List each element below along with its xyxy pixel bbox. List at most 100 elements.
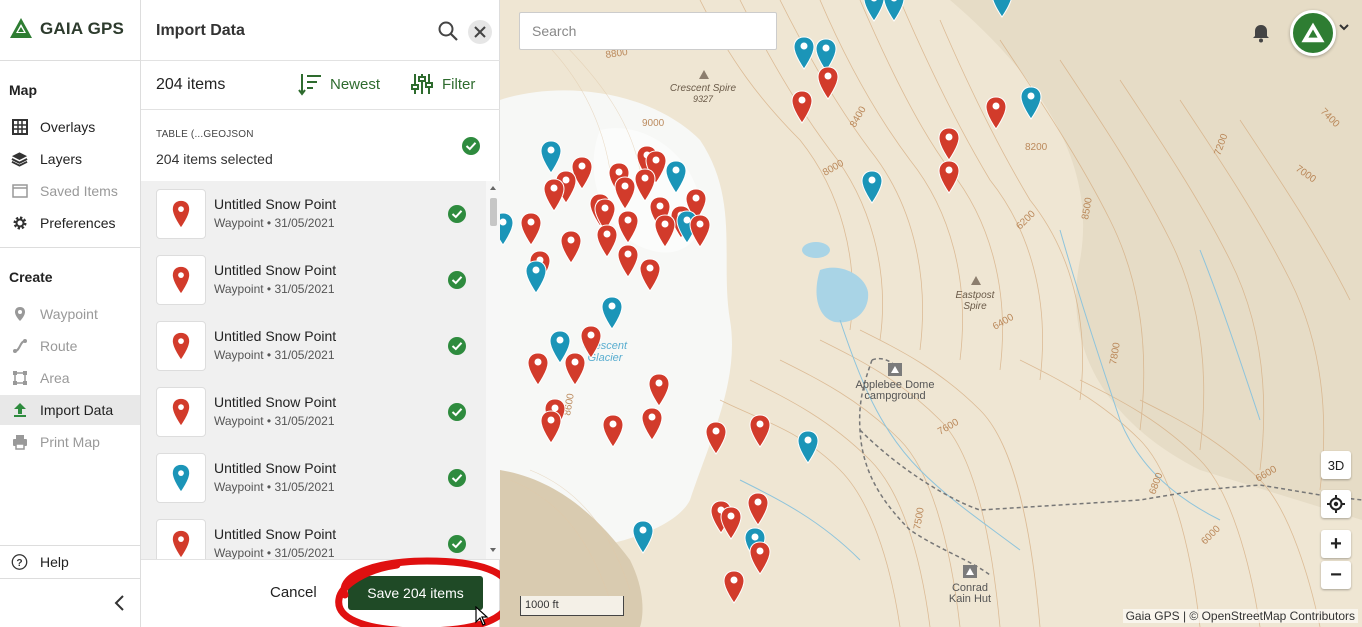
nav-item-import-data[interactable]: Import Data bbox=[0, 395, 140, 425]
source-file-name: TABLE (...GEOJSON bbox=[156, 129, 254, 140]
red-pin-icon[interactable] bbox=[791, 90, 813, 124]
nav-item-area[interactable]: Area bbox=[0, 363, 140, 393]
cancel-button[interactable]: Cancel bbox=[270, 584, 317, 601]
nav-item-help[interactable]: ? Help bbox=[0, 547, 140, 577]
blue-pin-icon[interactable] bbox=[525, 260, 547, 294]
blue-pin-icon[interactable] bbox=[632, 520, 654, 554]
blue-pin-icon[interactable] bbox=[861, 170, 883, 204]
red-pin-icon[interactable] bbox=[654, 214, 676, 248]
red-pin-icon bbox=[172, 266, 190, 294]
gaia-logo[interactable]: GAIA GPS bbox=[8, 16, 124, 42]
nav-item-layers[interactable]: Layers bbox=[0, 144, 140, 174]
red-pin-icon[interactable] bbox=[817, 66, 839, 100]
red-pin-icon[interactable] bbox=[747, 492, 769, 526]
nav-item-print-map[interactable]: Print Map bbox=[0, 427, 140, 457]
contour-label-8200: 8200 bbox=[1025, 142, 1048, 153]
list-scrollbar[interactable] bbox=[486, 181, 500, 559]
blue-pin-icon[interactable] bbox=[793, 36, 815, 70]
red-pin-icon[interactable] bbox=[749, 414, 771, 448]
blue-pin-icon[interactable] bbox=[601, 296, 623, 330]
place-label-applebee-campground: Applebee Dome campground bbox=[855, 379, 935, 402]
red-pin-icon[interactable] bbox=[564, 352, 586, 386]
list-item[interactable]: Untitled Snow Point Waypoint • 31/05/202… bbox=[141, 511, 486, 559]
chevron-down-icon[interactable] bbox=[1338, 22, 1350, 32]
list-item[interactable]: Untitled Snow Point Waypoint • 31/05/202… bbox=[141, 181, 486, 247]
area-icon bbox=[11, 370, 28, 387]
red-pin-icon[interactable] bbox=[641, 407, 663, 441]
map-search-input[interactable] bbox=[519, 12, 777, 50]
filter-label: Filter bbox=[442, 75, 476, 93]
list-item[interactable]: Untitled Snow Point Waypoint • 31/05/202… bbox=[141, 379, 486, 445]
blue-pin-icon[interactable] bbox=[863, 0, 885, 22]
blue-pin-icon[interactable] bbox=[665, 160, 687, 194]
item-select-toggle[interactable] bbox=[448, 535, 466, 558]
red-pin-icon[interactable] bbox=[648, 373, 670, 407]
item-name: Untitled Snow Point bbox=[214, 526, 337, 542]
item-select-toggle[interactable] bbox=[448, 271, 466, 294]
red-pin-icon[interactable] bbox=[540, 410, 562, 444]
save-button[interactable]: Save 204 items bbox=[348, 576, 483, 610]
red-pin-icon[interactable] bbox=[602, 414, 624, 448]
nav-item-label: Help bbox=[40, 554, 69, 570]
red-pin-icon[interactable] bbox=[720, 506, 742, 540]
blue-pin-icon[interactable] bbox=[540, 140, 562, 174]
notifications-button[interactable] bbox=[1250, 22, 1272, 49]
import-item-list[interactable]: Untitled Snow Point Waypoint • 31/05/202… bbox=[141, 181, 500, 559]
item-select-toggle[interactable] bbox=[448, 469, 466, 492]
red-pin-icon[interactable] bbox=[639, 258, 661, 292]
source-select-toggle[interactable] bbox=[462, 137, 480, 160]
zoom-in-button[interactable]: + bbox=[1321, 530, 1351, 558]
scrollbar-thumb[interactable] bbox=[490, 198, 497, 226]
blue-pin-icon[interactable] bbox=[883, 0, 905, 22]
blue-pin-icon[interactable] bbox=[1020, 86, 1042, 120]
red-pin-icon[interactable] bbox=[614, 176, 636, 210]
nav-item-waypoint[interactable]: Waypoint bbox=[0, 299, 140, 329]
nav-item-label: Print Map bbox=[40, 434, 100, 450]
nav-item-label: Overlays bbox=[40, 119, 96, 135]
user-avatar[interactable] bbox=[1290, 10, 1336, 56]
nav-item-saved-items[interactable]: Saved Items bbox=[0, 176, 140, 206]
locate-me-button[interactable] bbox=[1321, 490, 1351, 518]
contour-label-9000: 9000 bbox=[642, 118, 665, 129]
item-select-toggle[interactable] bbox=[448, 205, 466, 228]
red-pin-icon[interactable] bbox=[527, 352, 549, 386]
list-item[interactable]: Untitled Snow Point Waypoint • 31/05/202… bbox=[141, 445, 486, 511]
zoom-out-button[interactable]: − bbox=[1321, 561, 1351, 589]
item-select-toggle[interactable] bbox=[448, 337, 466, 360]
nav-item-label: Import Data bbox=[40, 402, 114, 418]
red-pin-icon[interactable] bbox=[985, 96, 1007, 130]
red-pin-icon[interactable] bbox=[560, 230, 582, 264]
red-pin-icon[interactable] bbox=[596, 224, 618, 258]
red-pin-icon[interactable] bbox=[520, 212, 542, 246]
red-pin-icon[interactable] bbox=[617, 244, 639, 278]
nav-item-overlays[interactable]: Overlays bbox=[0, 112, 140, 142]
sort-label: Newest bbox=[330, 75, 381, 93]
red-pin-icon[interactable] bbox=[689, 214, 711, 248]
list-item[interactable]: Untitled Snow Point Waypoint • 31/05/202… bbox=[141, 247, 486, 313]
filter-button[interactable]: Filter bbox=[410, 72, 475, 96]
nav-item-preferences[interactable]: Preferences bbox=[0, 208, 140, 238]
red-pin-icon[interactable] bbox=[938, 127, 960, 161]
blue-pin-icon[interactable] bbox=[500, 212, 514, 246]
toggle-3d-button[interactable]: 3D bbox=[1321, 451, 1351, 479]
red-pin-icon[interactable] bbox=[938, 160, 960, 194]
panel-close-button[interactable] bbox=[468, 20, 492, 44]
panel-search-button[interactable] bbox=[437, 20, 459, 42]
red-pin-icon[interactable] bbox=[705, 421, 727, 455]
blue-pin-icon[interactable] bbox=[991, 0, 1013, 18]
red-pin-icon[interactable] bbox=[723, 570, 745, 604]
map-attribution[interactable]: Gaia GPS | © OpenStreetMap Contributors bbox=[1122, 609, 1358, 623]
import-data-panel: Import Data 204 items Newest Filter TABL… bbox=[141, 0, 515, 627]
collapse-sidebar-button[interactable] bbox=[112, 594, 126, 617]
item-select-toggle[interactable] bbox=[448, 403, 466, 426]
red-pin-icon[interactable] bbox=[749, 541, 771, 575]
red-pin-icon[interactable] bbox=[543, 178, 565, 212]
list-item[interactable]: Untitled Snow Point Waypoint • 31/05/202… bbox=[141, 313, 486, 379]
red-pin-icon[interactable] bbox=[617, 210, 639, 244]
saved-items-icon bbox=[11, 183, 28, 200]
sort-button[interactable]: Newest bbox=[298, 72, 380, 96]
panel-title: Import Data bbox=[156, 22, 245, 39]
blue-pin-icon[interactable] bbox=[797, 430, 819, 464]
map-view[interactable]: 8800 8600 8400 8200 7800 7600 7400 7200 … bbox=[500, 0, 1362, 627]
nav-item-route[interactable]: Route bbox=[0, 331, 140, 361]
